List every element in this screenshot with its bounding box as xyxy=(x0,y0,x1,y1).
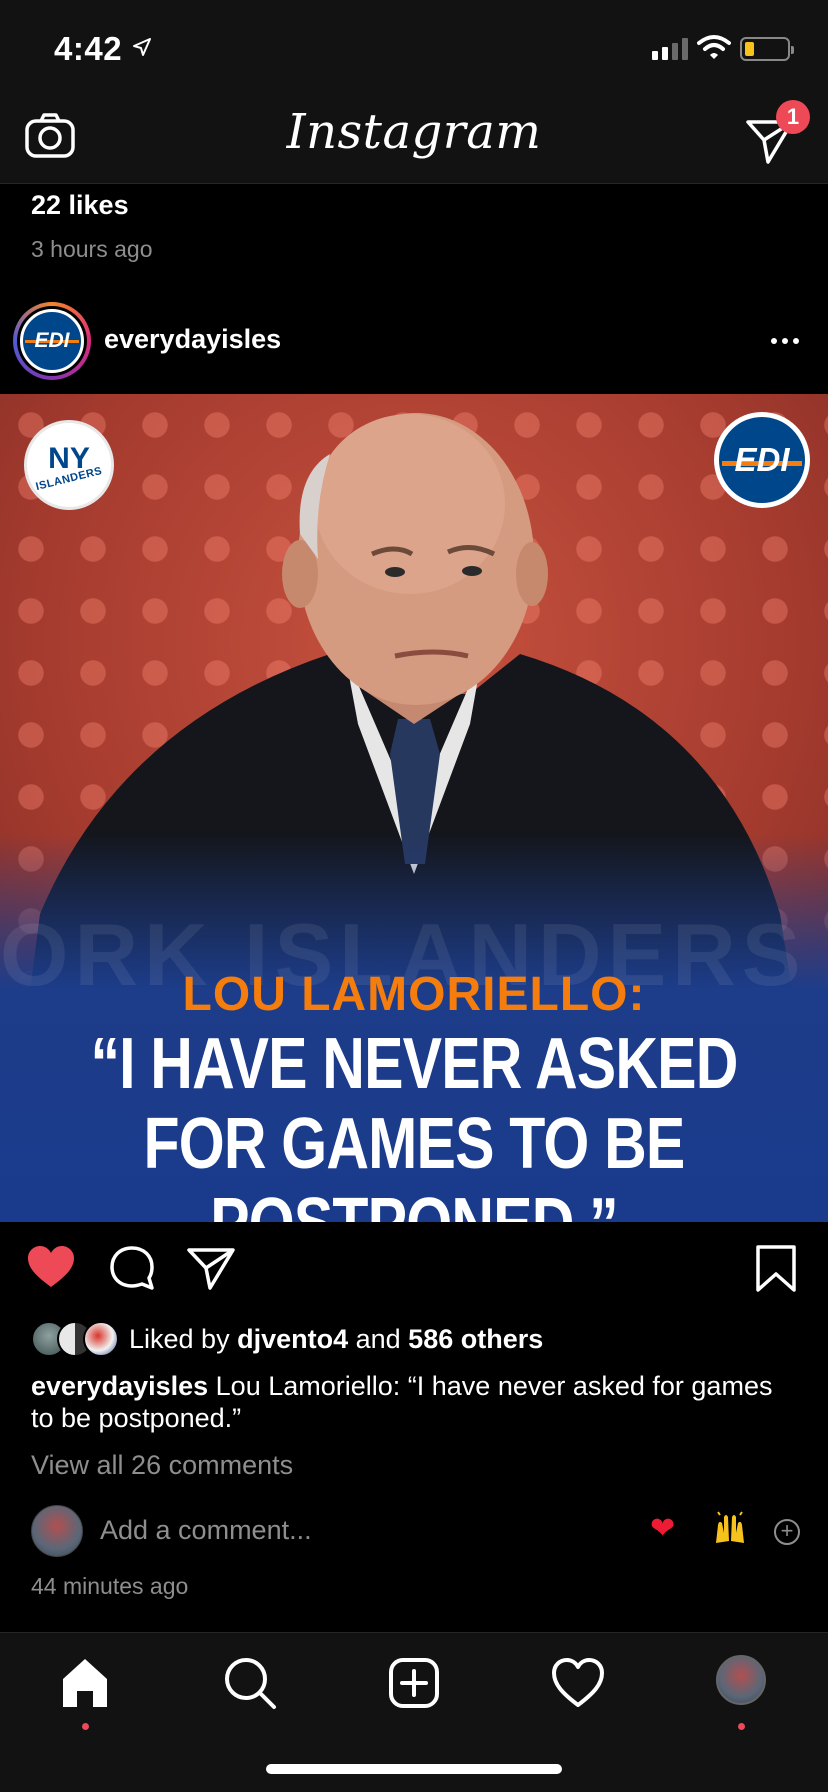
edi-image-logo: EDI xyxy=(714,412,810,508)
heart-emoji-button[interactable]: ❤ xyxy=(650,1511,675,1546)
add-emoji-icon[interactable]: + xyxy=(774,1519,800,1545)
view-all-comments-link[interactable]: View all 26 comments xyxy=(31,1450,293,1481)
status-bar: 4:42 xyxy=(0,0,828,92)
signal-icon xyxy=(652,38,688,60)
current-user-avatar xyxy=(31,1505,83,1557)
home-icon[interactable] xyxy=(55,1653,115,1713)
raised-hands-emoji-icon[interactable] xyxy=(712,1511,748,1545)
post-header: EDI everydayisles xyxy=(0,300,828,394)
more-options-icon[interactable] xyxy=(768,326,802,356)
post-avatar[interactable]: EDI xyxy=(13,302,91,380)
instagram-logo: Instagram xyxy=(286,104,542,160)
liked-by-row[interactable]: Liked by djvento4 and 586 others xyxy=(31,1320,543,1358)
image-headline: LOU LAMORIELLO: xyxy=(182,968,646,1021)
battery-icon xyxy=(740,37,794,61)
save-bookmark-icon[interactable] xyxy=(754,1244,798,1294)
search-icon[interactable] xyxy=(220,1653,280,1713)
caption-username[interactable]: everydayisles xyxy=(31,1371,208,1401)
liked-prefix: Liked by xyxy=(129,1323,238,1354)
edi-image-logo-text: EDI xyxy=(734,441,790,478)
profile-activity-dot xyxy=(738,1723,745,1730)
liked-by-text: Liked by djvento4 and 586 others xyxy=(129,1324,543,1355)
add-comment-input[interactable]: Add a comment... xyxy=(100,1515,312,1546)
activity-heart-icon[interactable] xyxy=(548,1653,608,1713)
image-quote: “I HAVE NEVER ASKED FOR GAMES TO BE POST… xyxy=(90,1024,738,1222)
profile-avatar-tab[interactable] xyxy=(716,1655,766,1705)
islanders-logo: NY ISLANDERS xyxy=(24,420,114,510)
wifi-icon xyxy=(697,35,731,59)
liked-middle: and xyxy=(348,1323,409,1354)
post-timestamp: 44 minutes ago xyxy=(31,1573,189,1599)
home-active-dot xyxy=(82,1723,89,1730)
add-comment-row: Add a comment... ❤ + xyxy=(0,1505,828,1559)
liked-others[interactable]: 586 others xyxy=(408,1324,543,1354)
top-nav: Instagram 1 xyxy=(0,92,828,184)
location-arrow-icon xyxy=(133,38,151,56)
post-username[interactable]: everydayisles xyxy=(104,324,281,355)
new-post-icon[interactable] xyxy=(384,1653,444,1713)
post-actions xyxy=(0,1222,828,1318)
share-icon[interactable] xyxy=(186,1244,236,1292)
post-caption: everydayisles Lou Lamoriello: “I have ne… xyxy=(31,1370,791,1434)
home-indicator xyxy=(266,1764,562,1774)
liker-avatars xyxy=(31,1321,121,1357)
like-heart-icon[interactable] xyxy=(26,1244,76,1290)
liked-user[interactable]: djvento4 xyxy=(237,1324,348,1354)
previous-post-likes[interactable]: 22 likes xyxy=(31,190,129,221)
edi-logo: EDI xyxy=(20,309,84,373)
avatar-logo-text: EDI xyxy=(34,329,70,352)
previous-post-time: 3 hours ago xyxy=(31,236,153,262)
post-image[interactable]: ORK ISLANDERS NEW DERS NEW YORK ISLA YOR… xyxy=(0,394,828,1222)
dm-notification-badge: 1 xyxy=(776,100,810,134)
comment-icon[interactable] xyxy=(108,1244,156,1292)
status-time: 4:42 xyxy=(54,30,123,67)
